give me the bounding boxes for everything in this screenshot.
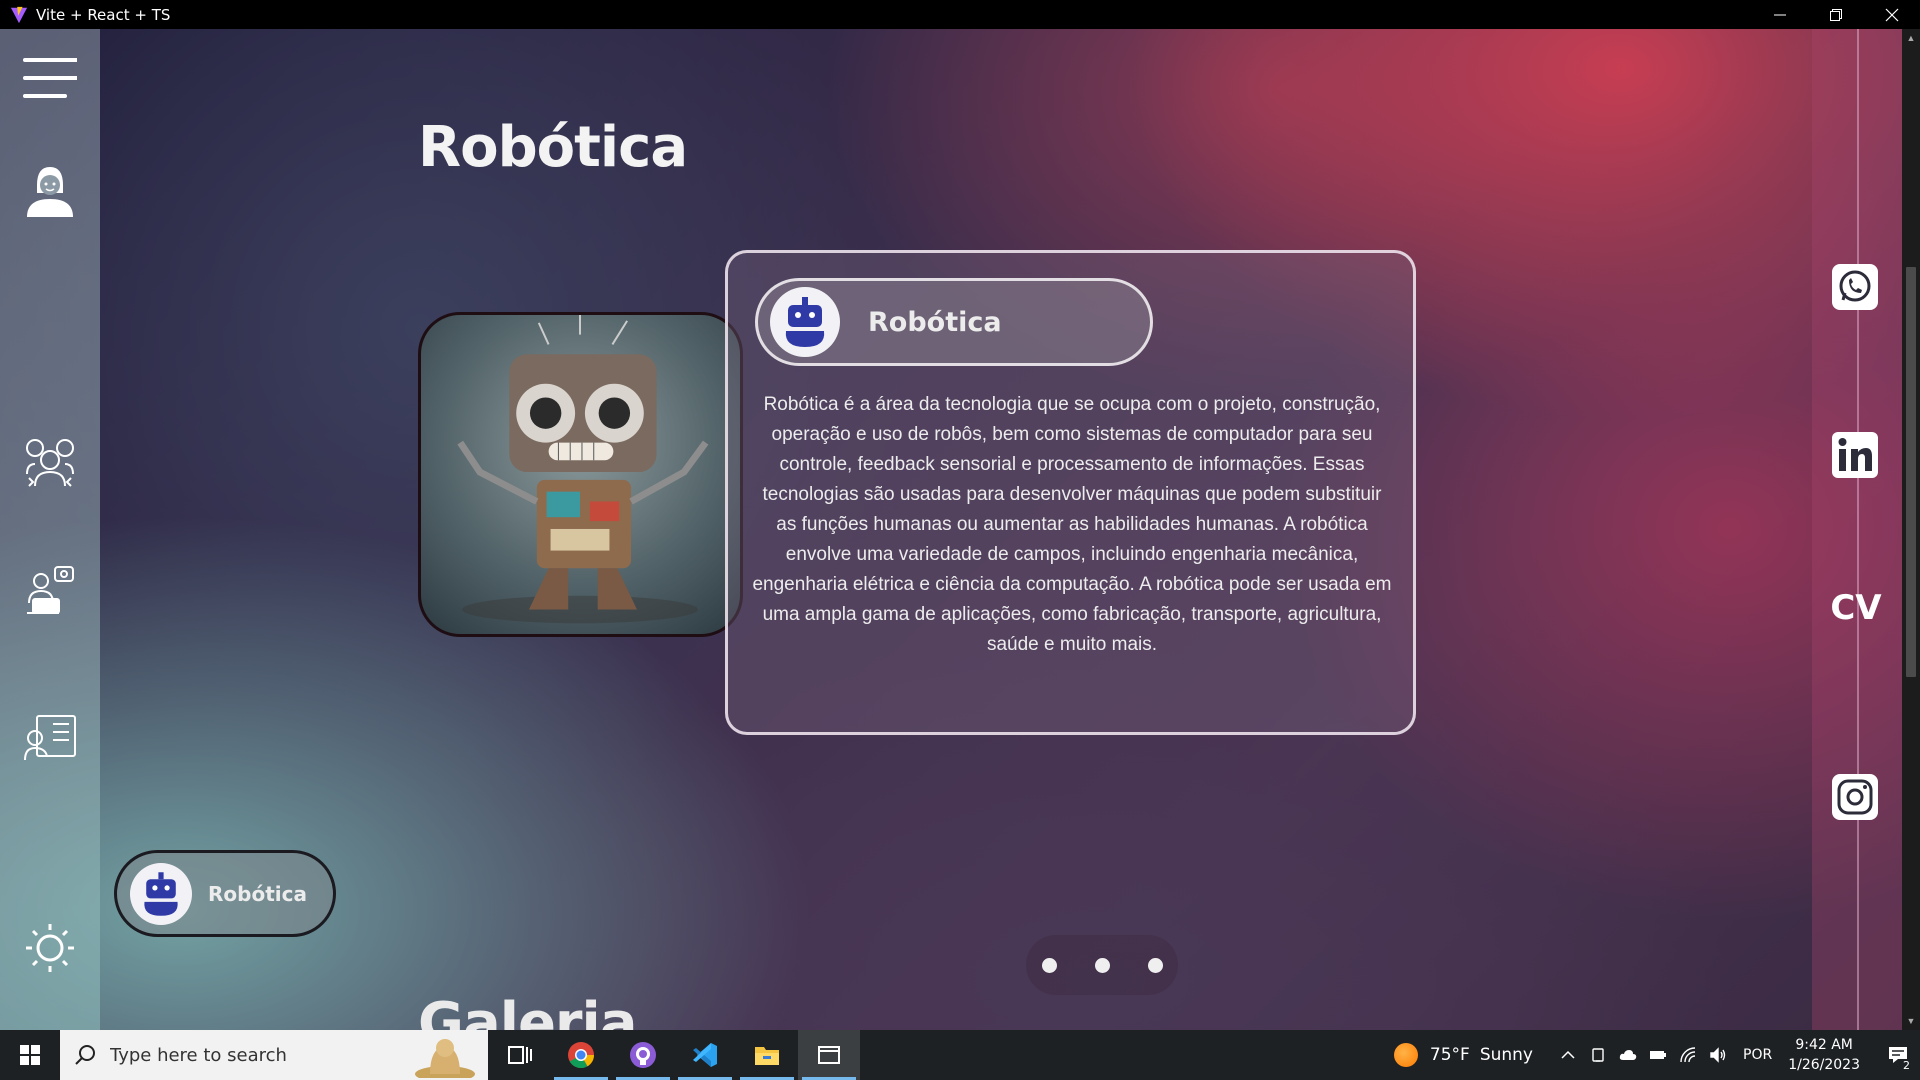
whatsapp-icon: [1832, 264, 1878, 310]
restore-button[interactable]: [1808, 0, 1864, 29]
robot-icon: [144, 871, 178, 916]
task-view-icon: [508, 1046, 532, 1064]
minimize-icon: [1774, 14, 1786, 15]
github-icon: [630, 1042, 656, 1068]
instagram-link[interactable]: [1831, 773, 1879, 821]
weather-condition: Sunny: [1479, 1045, 1533, 1065]
pager-dot[interactable]: [1094, 957, 1110, 973]
taskbar-vscode[interactable]: [674, 1030, 736, 1080]
robot-illustration: [418, 312, 743, 637]
team-icon: [26, 439, 74, 487]
start-button[interactable]: [0, 1030, 60, 1080]
restore-icon: [1830, 8, 1842, 21]
instagram-icon: [1832, 774, 1878, 820]
sidebar-item-projects[interactable]: [22, 562, 78, 618]
task-view-button[interactable]: [488, 1030, 550, 1080]
rail-divider: [1857, 29, 1859, 1030]
close-icon: [1885, 8, 1899, 21]
sunny-weather-icon: [1393, 1043, 1418, 1067]
app-viewport: Robótica Robótica Robótica é a área da t…: [0, 29, 1920, 1030]
windows-logo-icon: [20, 1045, 40, 1065]
theme-toggle-button[interactable]: [22, 920, 78, 976]
linkedin-icon: [1832, 432, 1878, 478]
card-header-label: Robótica: [868, 306, 1002, 338]
vscode-icon: [693, 1043, 717, 1067]
weather-temp: 75°F: [1429, 1045, 1470, 1065]
search-input[interactable]: [110, 1044, 390, 1066]
pager-dot[interactable]: [1147, 957, 1163, 973]
page-title: Robótica: [418, 115, 688, 180]
card-header: Robótica: [755, 278, 1153, 366]
developer-chat-icon: [27, 566, 74, 614]
cv-link[interactable]: CV: [1818, 588, 1894, 628]
chip-avatar: [130, 862, 192, 925]
taskbar-search[interactable]: [60, 1030, 488, 1080]
speaker-icon: [1710, 1047, 1726, 1063]
robot-icon: [785, 297, 825, 347]
tray-volume[interactable]: [1703, 1030, 1733, 1080]
scroll-up-arrow-icon[interactable]: ▲: [1906, 33, 1916, 43]
tray-battery[interactable]: [1643, 1030, 1673, 1080]
sidebar-item-resume[interactable]: [22, 709, 78, 765]
input-language[interactable]: POR: [1743, 1047, 1772, 1063]
taskbar-chrome[interactable]: [550, 1030, 612, 1080]
linkedin-link[interactable]: [1831, 431, 1879, 479]
topic-card: Robótica Robótica é a área da tecnologia…: [725, 250, 1416, 735]
scroll-thumb[interactable]: [1906, 267, 1916, 677]
chip-label: Robótica: [208, 881, 307, 906]
scroll-down-arrow-icon[interactable]: ▼: [1906, 1016, 1916, 1026]
search-highlight-icon: [415, 1039, 475, 1078]
show-hidden-icons-button[interactable]: [1553, 1030, 1583, 1080]
sidebar-item-team[interactable]: [22, 433, 78, 489]
taskbar-current-app[interactable]: [798, 1030, 860, 1080]
notification-center-button[interactable]: 2: [1876, 1030, 1920, 1080]
robot-picture: [457, 315, 709, 624]
windows-taskbar: 75°F Sunny POR 9:42 AM 1/26/2023: [0, 1030, 1920, 1080]
resume-icon: [24, 715, 76, 761]
taskbar-github-desktop[interactable]: [612, 1030, 674, 1080]
chrome-icon: [568, 1042, 595, 1069]
clock-date: 1/26/2023: [1788, 1057, 1860, 1073]
sidebar-item-about[interactable]: [22, 162, 78, 218]
cloud-icon: [1619, 1050, 1637, 1060]
window-title: Vite + React + TS: [36, 5, 171, 24]
tray-device[interactable]: [1583, 1030, 1613, 1080]
search-icon: [75, 1045, 95, 1065]
tray-wifi[interactable]: [1673, 1030, 1703, 1080]
sidebar-nav: [0, 29, 100, 1030]
window-title-bar: Vite + React + TS: [0, 0, 1920, 29]
app-window-icon: [818, 1046, 840, 1064]
minimize-button[interactable]: [1752, 0, 1808, 29]
user-avatar-icon: [27, 167, 73, 217]
notification-count: 2: [1901, 1059, 1912, 1072]
section-title-gallery: Galeria: [418, 991, 638, 1030]
device-icon: [1592, 1048, 1604, 1062]
folder-icon: [755, 1047, 779, 1065]
card-description: Robótica é a área da tecnologia que se o…: [752, 394, 1392, 655]
carousel-pager: [1026, 935, 1178, 995]
whatsapp-link[interactable]: [1831, 263, 1879, 311]
clock-time: 9:42 AM: [1795, 1037, 1853, 1053]
battery-icon: [1650, 1051, 1666, 1059]
vite-logo-icon: [10, 6, 28, 23]
menu-icon: [23, 58, 77, 98]
pager-dot[interactable]: [1041, 957, 1057, 973]
wifi-icon: [1680, 1047, 1696, 1063]
tray-onedrive[interactable]: [1613, 1030, 1643, 1080]
taskbar-file-explorer[interactable]: [736, 1030, 798, 1080]
system-tray: 75°F Sunny POR 9:42 AM 1/26/2023 2: [1393, 1030, 1920, 1080]
page-scrollbar[interactable]: ▲ ▼: [1902, 29, 1920, 1030]
card-avatar: [770, 287, 840, 357]
weather-widget[interactable]: 75°F Sunny: [1393, 1043, 1533, 1067]
topic-chip[interactable]: Robótica: [114, 850, 336, 937]
theme-sun-icon: [26, 924, 74, 972]
close-button[interactable]: [1864, 0, 1920, 29]
sidebar-menu-button[interactable]: [22, 51, 78, 107]
taskbar-clock[interactable]: 9:42 AM 1/26/2023: [1788, 1035, 1860, 1075]
chevron-up-icon: [1561, 1050, 1575, 1059]
